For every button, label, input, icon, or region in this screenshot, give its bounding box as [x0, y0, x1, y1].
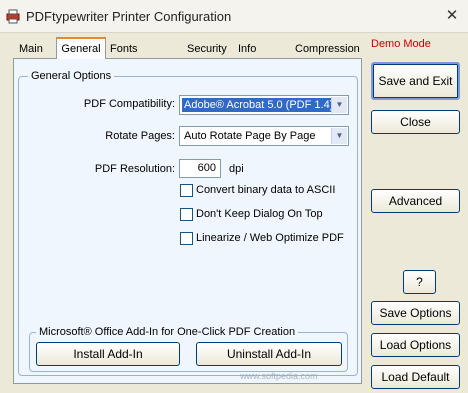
load-default-button[interactable]: Load Default — [371, 365, 460, 389]
office-addin-title: Microsoft® Office Add-In for One-Click P… — [36, 326, 299, 338]
tab-fonts-colors[interactable]: Fonts / Colors — [107, 40, 145, 91]
close-window-icon[interactable]: ✕ — [443, 7, 461, 25]
checkbox-box[interactable] — [180, 232, 193, 245]
pdf-compatibility-select[interactable]: Adobe® Acrobat 5.0 (PDF 1.4) ▼ — [179, 95, 349, 115]
help-button[interactable]: ? — [403, 270, 436, 294]
pdf-compatibility-value: Adobe® Acrobat 5.0 (PDF 1.4) — [182, 98, 336, 112]
load-options-button[interactable]: Load Options — [371, 333, 460, 357]
checkbox-label[interactable]: Don't Keep Dialog On Top — [196, 208, 323, 220]
chevron-down-icon[interactable]: ▼ — [331, 97, 347, 113]
tab-main[interactable]: Main — [16, 40, 46, 58]
window-title: PDFtypewriter Printer Configuration — [26, 9, 232, 24]
checkbox-label[interactable]: Convert binary data to ASCII — [196, 184, 335, 196]
checkbox-box[interactable] — [180, 184, 193, 197]
checkbox-box[interactable] — [180, 208, 193, 221]
chevron-down-icon[interactable]: ▼ — [331, 128, 347, 144]
pdf-compatibility-label: PDF Compatibility: — [83, 98, 175, 110]
title-bar: PDFtypewriter Printer Configuration ✕ — [0, 0, 468, 33]
printer-app-icon — [5, 8, 21, 24]
tab-info-tags[interactable]: Info Tags — [235, 40, 264, 73]
advanced-button[interactable]: Advanced — [371, 189, 460, 213]
softpedia-watermark: www.softpedia.com — [240, 371, 318, 381]
rotate-pages-select[interactable]: Auto Rotate Page By Page ▼ — [179, 126, 349, 146]
pdf-resolution-input[interactable]: 600 — [179, 159, 221, 178]
install-addin-button[interactable]: Install Add-In — [36, 342, 180, 366]
demo-mode-label: Demo Mode — [371, 38, 431, 50]
checkbox-label[interactable]: Linearize / Web Optimize PDF — [196, 232, 344, 244]
tab-compression[interactable]: Compression — [292, 40, 363, 58]
close-button[interactable]: Close — [371, 110, 460, 134]
uninstall-addin-button[interactable]: Uninstall Add-In — [196, 342, 342, 366]
resolution-unit: dpi — [229, 163, 244, 175]
pdf-resolution-label: PDF Resolution: — [94, 163, 175, 175]
save-and-exit-button[interactable]: Save and Exit — [371, 62, 460, 100]
general-options-title: General Options — [28, 70, 115, 82]
tab-security[interactable]: Security — [184, 40, 230, 58]
rotate-pages-label: Rotate Pages: — [105, 130, 175, 142]
rotate-pages-value: Auto Rotate Page By Page — [184, 130, 316, 142]
tab-general[interactable]: General — [56, 37, 106, 59]
general-tab-panel: General Options PDF Compatibility: Adobe… — [13, 58, 362, 384]
save-options-button[interactable]: Save Options — [371, 301, 460, 325]
